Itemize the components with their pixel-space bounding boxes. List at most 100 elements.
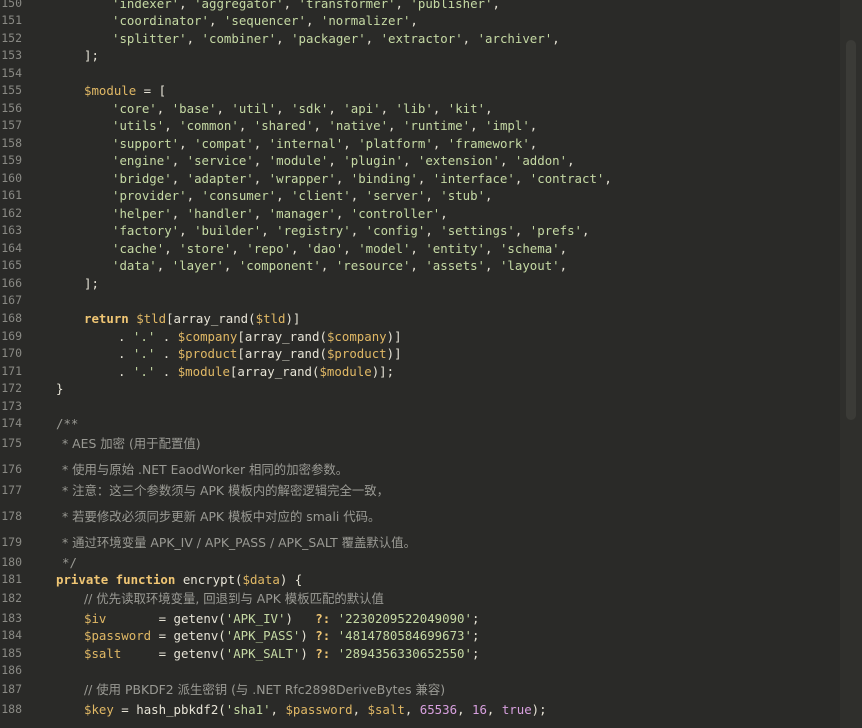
code-token: = [121, 646, 174, 661]
scrollbar-thumb[interactable] [846, 40, 856, 420]
code-line[interactable]: 182 // 优先读取环境变量, 回退到与 APK 模板匹配的默认值 [0, 590, 840, 608]
code-token: , [253, 153, 269, 168]
code-token: , [365, 31, 381, 46]
code-token: hash_pbkdf2 [136, 702, 219, 717]
code-token: 'factory' [112, 223, 180, 238]
code-line[interactable]: 164 'cache', 'store', 'repo', 'dao', 'mod… [0, 240, 840, 258]
code-editor[interactable]: 150 'indexer', 'aggregator', 'transformer… [0, 0, 862, 728]
code-token: 'provider' [112, 188, 187, 203]
line-number: 174 [1, 416, 22, 430]
code-token: ) [300, 646, 316, 661]
code-token: $company [326, 329, 387, 344]
code-line[interactable]: 159 'engine', 'service', 'module', 'plugi… [0, 152, 840, 170]
code-line[interactable]: 153]; [0, 47, 840, 65]
line-number: 186 [1, 663, 22, 677]
code-token: 'dao' [305, 241, 344, 256]
code-token: , [559, 258, 568, 273]
code-line[interactable]: 169. '.' . $company[array_rand($company)… [0, 328, 840, 346]
line-number: 155 [1, 83, 22, 97]
code-token: 'runtime' [402, 118, 471, 133]
code-line[interactable]: 155 $module = [ [0, 82, 840, 100]
code-line[interactable]: 158 'support', 'compat', 'internal', 'pla… [0, 135, 840, 153]
code-line[interactable]: 180 */ [0, 554, 840, 572]
code-line[interactable]: 181 private function encrypt($data) { [0, 571, 840, 589]
line-number: 161 [1, 188, 22, 202]
code-line[interactable]: 174 /** [0, 415, 840, 433]
line-number: 172 [1, 381, 22, 395]
line-number: 178 [1, 509, 22, 523]
code-line[interactable]: 151 'coordinator', 'sequencer', 'normaliz… [0, 12, 840, 30]
code-token: $data [242, 572, 280, 587]
code-token: $product [326, 346, 387, 361]
code-line[interactable]: 166]; [0, 275, 840, 293]
code-token: . [155, 346, 178, 361]
code-token: ( [319, 346, 327, 361]
code-line[interactable]: 162 'helper', 'handler', 'manager', 'cont… [0, 205, 840, 223]
code-token: , [529, 136, 538, 151]
line-number: 185 [1, 646, 22, 660]
code-token: 'component' [238, 258, 321, 273]
code-token: return [84, 311, 137, 326]
code-token: , [425, 223, 441, 238]
code-line[interactable]: 177 * 注意：这三个参数须与 APK 模板内的解密逻辑完全一致， [0, 482, 840, 500]
code-token: ) [300, 628, 316, 643]
code-line[interactable]: 183 $iv = getenv('APK_IV') ?: '2230209522… [0, 610, 840, 628]
code-token: ?: [315, 611, 331, 626]
code-line[interactable]: 161 'provider', 'consumer', 'client', 'se… [0, 187, 840, 205]
code-text: 'bridge', 'adapter', 'wrapper', 'binding… [112, 170, 612, 188]
code-line[interactable]: 184 $password = getenv('APK_PASS') ?: '48… [0, 627, 840, 645]
code-line[interactable]: 156 'core', 'base', 'util', 'sdk', 'api',… [0, 100, 840, 118]
code-line[interactable]: 167 [0, 292, 840, 310]
code-line[interactable]: 176 * 使用与原始 .NET EaodWorker 相同的加密参数。 [0, 461, 840, 479]
code-line[interactable]: 172} [0, 380, 840, 398]
code-line[interactable]: 150 'indexer', 'aggregator', 'transformer… [0, 0, 840, 13]
code-token: , [559, 241, 568, 256]
line-number: 159 [1, 153, 22, 167]
code-line[interactable]: 175 * AES 加密 (用于配置值) [0, 435, 840, 453]
code-token: 65536 [419, 702, 458, 717]
code-line[interactable]: 187 // 使用 PBKDF2 派生密钥 (与 .NET Rfc2898Deri… [0, 681, 840, 699]
code-text: // 优先读取环境变量, 回退到与 APK 模板匹配的默认值 [84, 590, 384, 608]
code-token: , [320, 258, 336, 273]
code-token: 'helper' [112, 206, 172, 221]
code-line[interactable]: 171 . '.' . $module[array_rand($module)]; [0, 363, 840, 381]
code-line[interactable]: 188 $key = hash_pbkdf2('sha1', $password,… [0, 701, 840, 719]
code-token: 'client' [291, 188, 351, 203]
code-token: 'stub' [440, 188, 486, 203]
code-token: '4814780584699673' [337, 628, 472, 643]
code-token: 'internal' [268, 136, 344, 151]
code-token: ( [235, 572, 243, 587]
code-token: , [485, 188, 493, 203]
vertical-scrollbar[interactable] [840, 0, 862, 728]
code-line[interactable]: 152 'splitter', 'combiner', 'packager', '… [0, 30, 840, 48]
code-line[interactable]: 179 * 通过环境变量 APK_IV / APK_PASS / APK_SALT… [0, 534, 840, 552]
code-token: , [179, 136, 195, 151]
line-number: 160 [1, 171, 22, 185]
line-number: 156 [1, 101, 22, 115]
code-line[interactable]: 163 'factory', 'builder', 'registry', 'co… [0, 222, 840, 240]
code-line[interactable]: 160 'bridge', 'adapter', 'wrapper', 'bind… [0, 170, 840, 188]
code-line[interactable]: 178 * 若要修改必须同步更新 APK 模板中对应的 smali 代码。 [0, 508, 840, 526]
code-line[interactable]: 170. '.' . $product[array_rand($product)… [0, 345, 840, 363]
code-token: 'manager' [268, 206, 336, 221]
code-line[interactable]: 168 return $tld[array_rand($tld)] [0, 310, 840, 328]
code-token: 'shared' [253, 118, 314, 133]
code-token: 'native' [328, 118, 389, 133]
code-token: 'cache' [112, 241, 165, 256]
code-token: . [155, 329, 178, 344]
code-token: '2894356330652550' [337, 646, 472, 661]
code-line[interactable]: 157 'utils', 'common', 'shared', 'native'… [0, 117, 840, 135]
code-line[interactable]: 154 [0, 65, 840, 83]
code-line[interactable]: 165 'data', 'layer', 'component', 'resour… [0, 257, 840, 275]
code-token: ) [285, 611, 316, 626]
code-line[interactable]: 173 [0, 398, 840, 416]
code-token: array_rand [244, 329, 320, 344]
code-token: , [514, 171, 530, 186]
code-token: 'interface' [432, 171, 515, 186]
code-line[interactable]: 185 $salt = getenv('APK_SALT') ?: '289435… [0, 645, 840, 663]
code-line[interactable]: 186 [0, 662, 840, 680]
code-token: , [380, 101, 396, 116]
code-token: , [171, 171, 187, 186]
code-token: , [440, 206, 448, 221]
